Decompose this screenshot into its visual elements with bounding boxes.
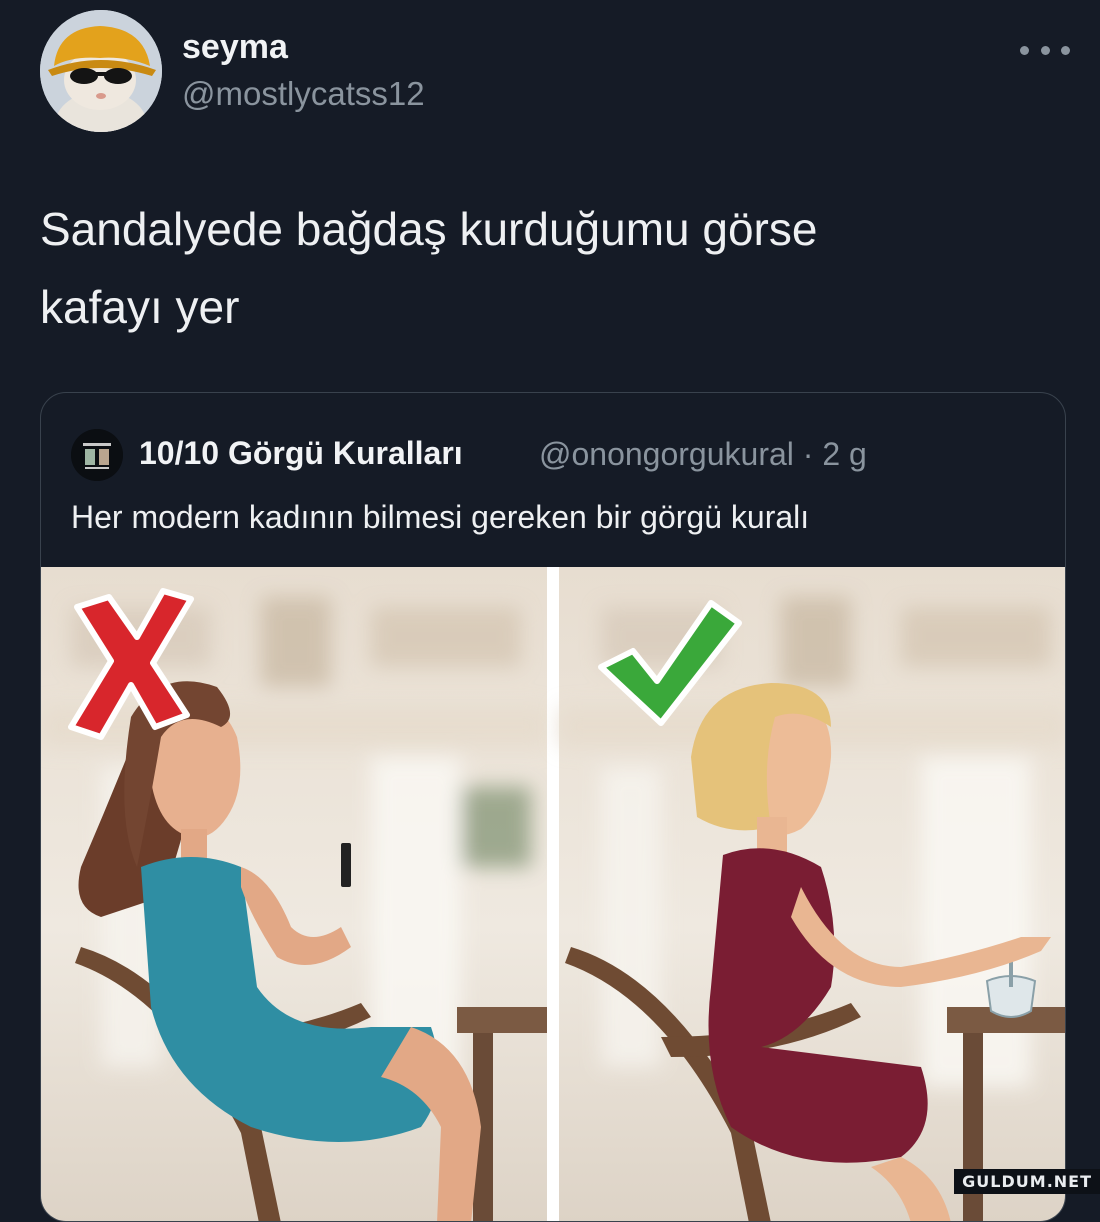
correct-example-panel	[559, 567, 1065, 1221]
incorrect-example-panel	[41, 567, 547, 1221]
quoted-tweet-image[interactable]	[41, 567, 1065, 1221]
quoted-tweet-card[interactable]: 10/10 Görgü Kuralları @onongorgukural · …	[40, 392, 1066, 1222]
tweet-text-line-2: kafayı yer	[40, 281, 240, 333]
quoted-tweet-text: Her modern kadının bilmesi gereken bir g…	[71, 499, 810, 535]
quoted-account-avatar[interactable]	[71, 429, 123, 481]
quoted-handle-time[interactable]: @onongorgukural · 2 g	[539, 436, 867, 473]
tweet-text-line-1: Sandalyede bağdaş kurduğumu görse	[40, 203, 818, 255]
tweet-header: seyma @mostlycatss12	[40, 10, 1070, 132]
profile-avatar[interactable]	[40, 10, 162, 132]
more-dots-icon[interactable]	[1020, 38, 1070, 62]
author-handle[interactable]: @mostlycatss12	[182, 75, 425, 113]
quoted-display-name[interactable]: 10/10 Görgü Kuralları	[139, 435, 463, 472]
site-watermark: GULDUM.NET	[954, 1169, 1100, 1194]
author-display-name[interactable]: seyma	[182, 28, 288, 67]
tweet-text: Sandalyede bağdaş kurduğumu görse kafayı…	[40, 190, 1020, 346]
quoted-tweet-header: 10/10 Görgü Kuralları @onongorgukural · …	[71, 429, 1051, 481]
